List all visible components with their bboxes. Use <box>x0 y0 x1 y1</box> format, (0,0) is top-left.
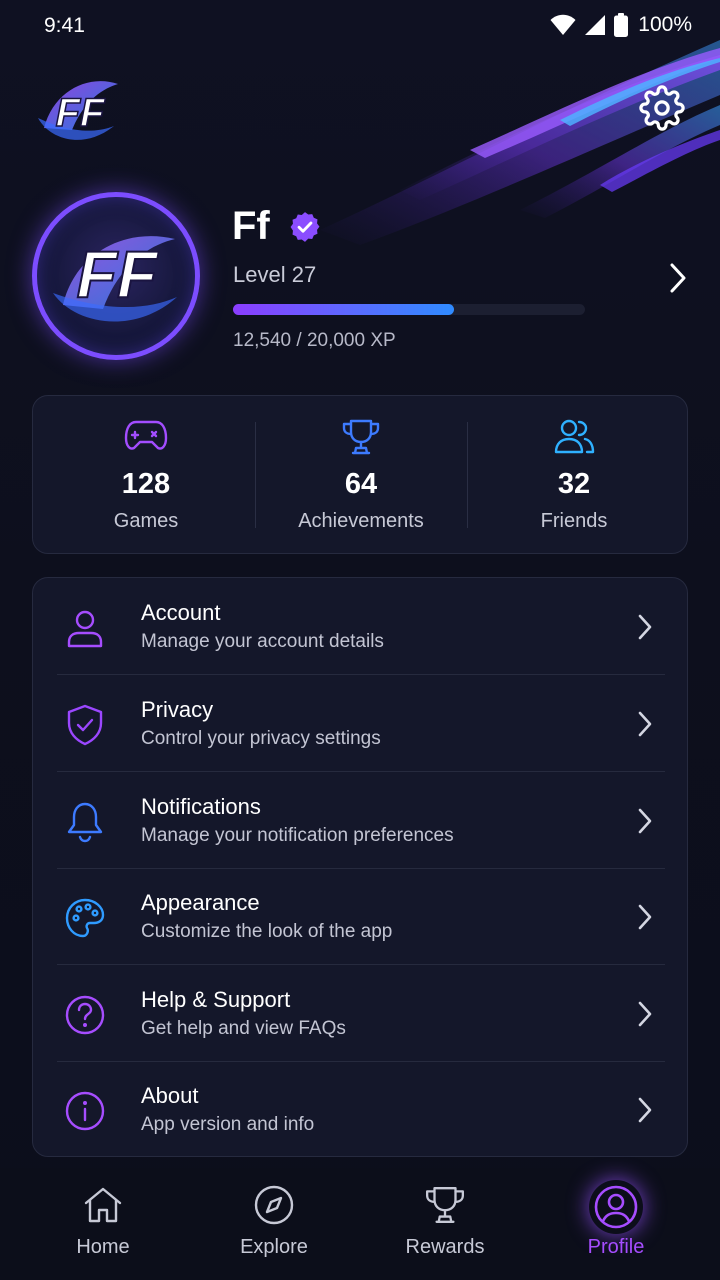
battery-percent: 100% <box>638 13 692 36</box>
bottom-navigation: Home Explore Rewards Profile <box>0 1168 720 1280</box>
shield-check-icon <box>67 704 103 746</box>
profile-screen: 9:41 100% FF FF Ff Level 27 12,540 / 20,… <box>0 0 720 1280</box>
stat-friends[interactable]: 32 Friends <box>465 396 683 555</box>
info-circle-icon <box>65 1091 105 1131</box>
avatar-logo: FF <box>53 236 177 322</box>
stat-value: 32 <box>557 468 591 500</box>
logo-text: FF <box>56 91 106 135</box>
status-bar: 9:41 100% <box>0 0 720 54</box>
stat-value: 64 <box>344 468 378 500</box>
menu-item-account[interactable]: Account Manage your account details <box>33 578 687 674</box>
gamepad-icon <box>124 420 168 450</box>
menu-item-subtitle: Customize the look of the app <box>141 921 393 942</box>
user-icon <box>67 610 103 648</box>
chevron-right-icon <box>638 1001 652 1027</box>
menu-item-notifications[interactable]: Notifications Manage your notification p… <box>33 772 687 868</box>
status-time: 9:41 <box>44 14 85 37</box>
menu-item-title: Privacy <box>141 697 214 722</box>
nav-rewards[interactable]: Rewards <box>360 1168 530 1280</box>
trophy-icon <box>342 419 380 455</box>
stat-achievements[interactable]: 64 Achievements <box>252 396 470 555</box>
menu-item-subtitle: Manage your account details <box>141 631 384 652</box>
compass-icon <box>254 1185 294 1225</box>
nav-home[interactable]: Home <box>18 1168 188 1280</box>
chevron-right-icon <box>638 904 652 930</box>
xp-progress-fill <box>233 304 454 315</box>
nav-label: Profile <box>587 1236 645 1258</box>
chevron-right-icon <box>638 711 652 737</box>
chevron-right-icon <box>638 1097 652 1123</box>
wifi-icon <box>550 14 576 35</box>
verified-badge-icon <box>290 212 320 242</box>
menu-item-about[interactable]: About App version and info <box>33 1061 687 1156</box>
menu-item-subtitle: Get help and view FAQs <box>141 1018 346 1039</box>
chevron-right-icon <box>670 263 686 293</box>
stat-label: Achievements <box>298 510 424 532</box>
stat-label: Friends <box>540 510 608 532</box>
xp-progress-bar <box>233 304 585 315</box>
home-icon <box>84 1187 122 1223</box>
users-icon <box>554 419 595 454</box>
cellular-signal-icon <box>585 15 606 35</box>
nav-label: Home <box>76 1236 130 1258</box>
chevron-right-icon <box>638 808 652 834</box>
stats-card: 128 Games 64 Achievements 32 Friends <box>32 395 688 554</box>
avatar-logo-text: FF <box>77 237 159 311</box>
bell-icon <box>67 802 103 843</box>
stat-value: 128 <box>121 468 171 500</box>
menu-item-privacy[interactable]: Privacy Control your privacy settings <box>33 675 687 771</box>
help-circle-icon <box>65 995 105 1035</box>
menu-item-appearance[interactable]: Appearance Customize the look of the app <box>33 868 687 964</box>
battery-icon <box>614 13 629 37</box>
status-icons: 100% <box>550 13 692 37</box>
stat-label: Games <box>113 510 179 532</box>
gear-icon <box>639 85 685 131</box>
nav-label: Explore <box>240 1236 308 1258</box>
app-logo[interactable]: FF <box>34 70 122 150</box>
chevron-right-icon <box>638 614 652 640</box>
nav-label: Rewards <box>405 1236 485 1258</box>
menu-item-title: Account <box>141 600 221 625</box>
nav-explore[interactable]: Explore <box>189 1168 359 1280</box>
trophy-icon <box>425 1187 465 1223</box>
nav-profile[interactable]: Profile <box>531 1168 701 1280</box>
avatar[interactable]: FF <box>32 192 200 360</box>
profile-name: Ff <box>232 204 270 248</box>
menu-item-title: Appearance <box>141 890 260 915</box>
profile-icon <box>594 1185 638 1229</box>
profile-details-button[interactable] <box>662 260 694 296</box>
menu-item-title: Help & Support <box>141 987 291 1012</box>
menu-item-title: About <box>141 1083 199 1108</box>
menu-item-title: Notifications <box>141 794 261 819</box>
menu-item-subtitle: App version and info <box>141 1114 315 1135</box>
palette-icon <box>65 898 105 938</box>
xp-text: 12,540 / 20,000 XP <box>233 330 396 351</box>
stat-games[interactable]: 128 Games <box>37 396 255 555</box>
menu-item-subtitle: Control your privacy settings <box>141 728 381 749</box>
profile-level: Level 27 <box>233 262 317 287</box>
menu-item-help-support[interactable]: Help & Support Get help and view FAQs <box>33 965 687 1061</box>
settings-menu: Account Manage your account details Priv… <box>32 577 688 1157</box>
menu-item-subtitle: Manage your notification preferences <box>141 825 454 846</box>
settings-button[interactable] <box>638 84 686 132</box>
